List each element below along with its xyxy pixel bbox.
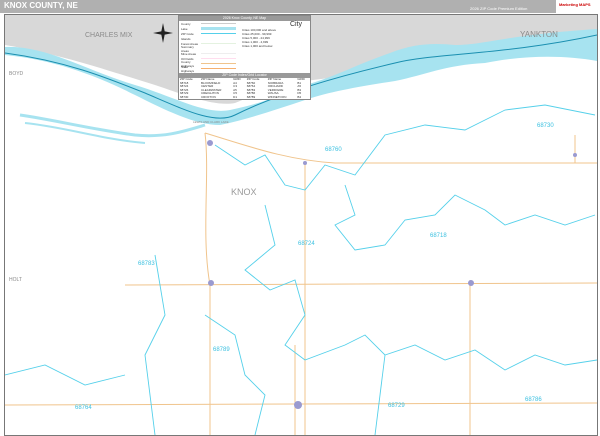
map-legend: 2026 Knox County, NE Map County Lake ZIP…: [178, 15, 311, 100]
publisher-logo: Marketing MAPS: [556, 0, 600, 13]
legend-city-sample: City: [289, 21, 302, 28]
map-title: KNOX COUNTY, NE: [4, 1, 78, 10]
table-cell: B4: [297, 94, 302, 99]
label-boyd: BOYD: [9, 71, 24, 77]
table-cell: WINNETOON: [267, 94, 287, 99]
zip-label: 68718: [430, 233, 447, 239]
towns: [207, 140, 577, 409]
zip-label: 68764: [75, 405, 92, 411]
zip-label: 68729: [388, 403, 405, 409]
table-cell: CROFTON: [200, 94, 216, 99]
zip-boundaries: [5, 104, 597, 435]
logo-text: Marketing MAPS: [559, 2, 591, 7]
zip-index-table: ZIP Code Index/Grid Locator ZIP Code ZIP …: [179, 73, 310, 100]
zip-label: 68730: [537, 123, 554, 129]
zip-label: 68789: [213, 347, 230, 353]
label-lake: LEWIS AND CLARK LAKE: [193, 120, 229, 124]
table-cell: D1: [233, 94, 238, 99]
roads: [5, 132, 597, 435]
legend-pop-row: Cities 1,000 and below: [242, 44, 273, 48]
zip-label: 68760: [325, 147, 342, 153]
label-charles-mix: CHARLES MIX: [85, 32, 133, 39]
table-row: 68730 CROFTON D1 68789 WINNETOON B4: [179, 94, 310, 100]
label-holt: HOLT: [9, 277, 22, 283]
zip-label: 68724: [298, 241, 315, 247]
header-bar: KNOX COUNTY, NE 2026 ZIP Code Premium Ed…: [0, 0, 600, 13]
zip-label: 68783: [138, 261, 155, 267]
label-county: KNOX: [231, 187, 257, 197]
label-yankton: YANKTON: [520, 30, 558, 39]
table-cell: 68730: [180, 94, 189, 99]
zip-label: 68786: [525, 397, 542, 403]
table-cell: 68789: [246, 94, 256, 99]
edition-label: 2026 ZIP Code Premium Edition: [470, 6, 528, 11]
